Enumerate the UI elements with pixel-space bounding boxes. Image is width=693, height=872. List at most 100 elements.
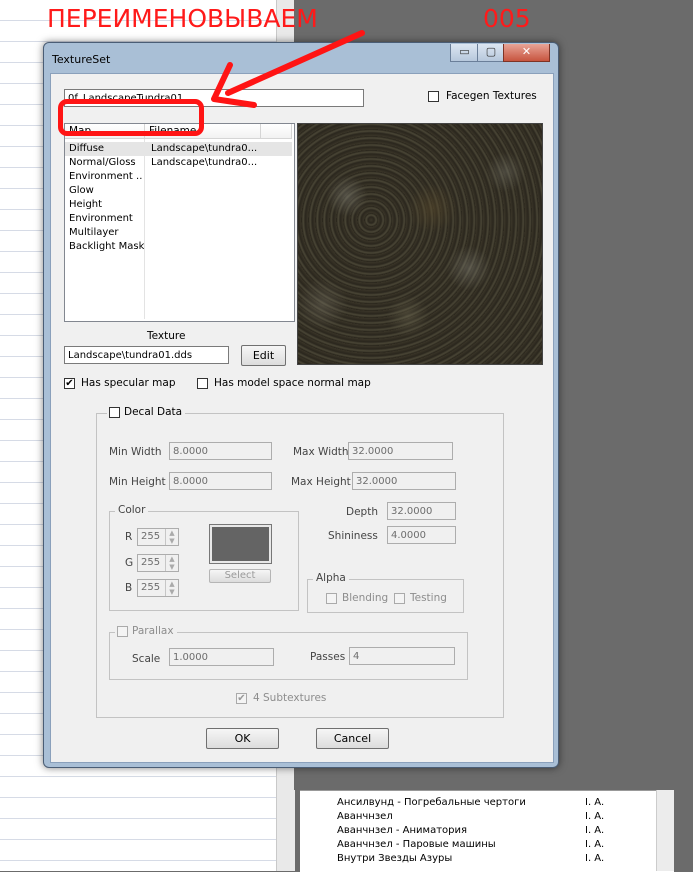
map-name: Height (69, 199, 103, 210)
texture-label: Texture (147, 330, 186, 342)
map-name: Multilayer (69, 227, 119, 238)
shininess-field[interactable]: 4.0000 (387, 526, 456, 544)
list-item-name: Внутри Звезды Азуры (337, 853, 453, 864)
map-name: Diffuse (69, 143, 105, 154)
subtextures-checkbox[interactable]: ✔ (236, 693, 247, 704)
texture-path-field[interactable]: Landscape\tundra01.dds (64, 346, 229, 364)
list-item-col2: I. A. (585, 853, 605, 864)
texture-preview (297, 123, 543, 365)
g-stepper[interactable]: 255 ▲ ▼ (137, 554, 179, 572)
list-item[interactable]: Diffuse Landscape\tundra0... (65, 142, 292, 156)
list-item[interactable]: Аванчнзел - Паровые машины I. A. (337, 839, 604, 853)
r-label: R (125, 531, 133, 543)
minimize-button[interactable]: ▭ (450, 44, 479, 62)
select-color-button[interactable]: Select (209, 569, 271, 583)
parallax-label: Parallax (132, 625, 174, 637)
list-item[interactable]: Environment (65, 212, 292, 226)
list-item[interactable]: Height (65, 198, 292, 212)
list-item[interactable]: Environment ... (65, 170, 292, 184)
spin-arrows-icon[interactable]: ▲ ▼ (165, 529, 178, 545)
color-swatch[interactable] (209, 524, 272, 564)
list-item-name: Ансилвунд - Погребальные чертоги (337, 797, 526, 808)
max-height-label: Max Height (291, 476, 351, 488)
min-width-label: Min Width (109, 446, 162, 458)
min-height-field[interactable]: 8.0000 (169, 472, 272, 490)
map-filename: Landscape\tundra0... (151, 157, 258, 168)
annotation-highlight-box (58, 99, 204, 136)
list-item[interactable]: Аванчнзел I. A. (337, 811, 604, 825)
parallax-group: Parallax Scale 1.0000 Passes 4 (109, 625, 468, 680)
facegen-label: Facegen Textures (446, 90, 537, 102)
ok-button[interactable]: OK (206, 728, 279, 749)
decal-data-group: Decal Data Min Width 8.0000 Max Width 32… (96, 406, 504, 718)
list-item-name: Аванчнзел (337, 811, 393, 822)
b-value: 255 (141, 582, 161, 593)
spin-arrows-icon[interactable]: ▲ ▼ (165, 580, 178, 596)
list-item-name: Аванчнзел - Аниматория (337, 825, 468, 836)
depth-field[interactable]: 32.0000 (387, 502, 456, 520)
maximize-icon: ▢ (485, 45, 497, 58)
map-name: Glow (69, 185, 94, 196)
edit-button[interactable]: Edit (241, 345, 286, 366)
g-label: G (125, 557, 134, 569)
max-width-label: Max Width (293, 446, 349, 458)
map-list[interactable]: Map Filename Diffuse Landscape\tundra0...… (64, 123, 295, 322)
has-specular-label: Has specular map (81, 377, 176, 389)
cancel-button[interactable]: Cancel (316, 728, 389, 749)
depth-label: Depth (346, 506, 378, 518)
background-list-scrollbar[interactable] (656, 790, 674, 871)
passes-label: Passes (310, 651, 346, 663)
min-width-field[interactable]: 8.0000 (169, 442, 272, 460)
g-value: 255 (141, 557, 161, 568)
minimize-icon: ▭ (459, 45, 470, 58)
blending-checkbox[interactable] (326, 593, 337, 604)
facegen-checkbox[interactable] (428, 91, 439, 102)
textureset-dialog: TextureSet ▭ ▢ ✕ 0f_LandscapeTundra01 Fa… (43, 42, 559, 768)
list-item-col2: I. A. (585, 811, 605, 822)
has-model-space-checkbox[interactable] (197, 378, 208, 389)
testing-label: Testing (410, 592, 447, 604)
background-cell-list: Ансилвунд - Погребальные чертоги I. A. Ав… (300, 790, 674, 872)
r-value: 255 (141, 531, 161, 542)
list-item[interactable]: Аванчнзел - Аниматория I. A. (337, 825, 604, 839)
testing-checkbox[interactable] (394, 593, 405, 604)
list-item[interactable]: Ансилвунд - Погребальные чертоги I. A. (337, 797, 604, 811)
map-name: Normal/Gloss (69, 157, 136, 168)
min-height-label: Min Height (109, 476, 166, 488)
scale-label: Scale (132, 653, 161, 665)
list-item-col2: I. A. (585, 825, 605, 836)
map-name: Environment (69, 213, 133, 224)
close-icon: ✕ (521, 45, 532, 58)
map-filename: Landscape\tundra0... (151, 143, 258, 154)
decal-data-title: Decal Data (107, 406, 186, 418)
passes-field[interactable]: 4 (349, 647, 455, 665)
list-item[interactable]: Backlight Mask (65, 240, 292, 254)
close-button[interactable]: ✕ (503, 44, 550, 62)
r-stepper[interactable]: 255 ▲ ▼ (137, 528, 179, 546)
dialog-title: TextureSet (52, 53, 111, 66)
list-item[interactable]: Normal/Gloss Landscape\tundra0... (65, 156, 292, 170)
dialog-client-area: 0f_LandscapeTundra01 Facegen Textures Ma… (50, 73, 554, 763)
annotation-arrow-icon (211, 30, 365, 108)
has-model-space-label: Has model space normal map (214, 377, 371, 389)
map-name: Backlight Mask (69, 241, 145, 252)
parallax-checkbox[interactable] (117, 626, 128, 637)
shininess-label: Shininess (328, 530, 378, 542)
max-width-field[interactable]: 32.0000 (348, 442, 453, 460)
b-stepper[interactable]: 255 ▲ ▼ (137, 579, 179, 597)
max-height-field[interactable]: 32.0000 (352, 472, 456, 490)
list-item[interactable]: Glow (65, 184, 292, 198)
list-item[interactable]: Внутри Звезды Азуры I. A. (337, 853, 604, 867)
annotation-number: 005 (483, 4, 531, 33)
column-header-blank (261, 124, 292, 139)
decal-data-label: Decal Data (124, 406, 183, 418)
color-group: Color R 255 ▲ ▼ G 255 ▲ ▼ B 255 ▲ ▼ Select (109, 504, 299, 611)
maximize-button[interactable]: ▢ (477, 44, 505, 62)
has-specular-checkbox[interactable]: ✔ (64, 378, 75, 389)
spin-arrows-icon[interactable]: ▲ ▼ (165, 555, 178, 571)
scale-field[interactable]: 1.0000 (169, 648, 274, 666)
list-item[interactable]: Multilayer (65, 226, 292, 240)
blending-label: Blending (342, 592, 389, 604)
decal-data-checkbox[interactable] (109, 407, 120, 418)
alpha-group: Alpha Blending Testing (307, 572, 464, 613)
